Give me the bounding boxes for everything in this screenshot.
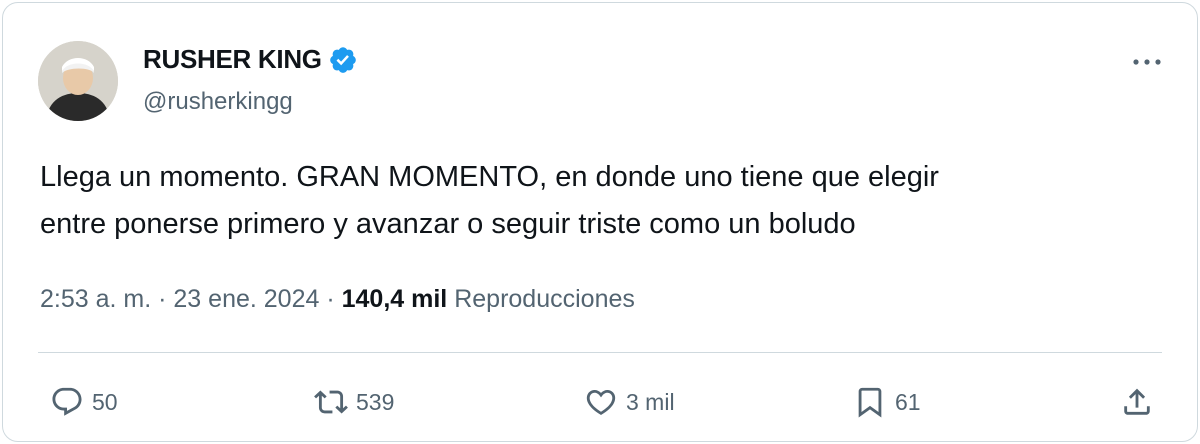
author-name-row[interactable]: RUSHER KING xyxy=(143,44,358,75)
action-bar: 50 539 3 mil 61 xyxy=(0,372,1200,432)
display-name[interactable]: RUSHER KING xyxy=(143,44,322,75)
bookmark-icon xyxy=(858,387,882,418)
avatar[interactable] xyxy=(38,41,118,121)
share-button[interactable] xyxy=(1120,372,1154,432)
reply-button[interactable]: 50 xyxy=(50,372,118,432)
user-handle[interactable]: @rusherkingg xyxy=(143,88,293,116)
retweet-icon xyxy=(314,390,348,414)
tweet-time[interactable]: 2:53 a. m. xyxy=(40,285,151,313)
avatar-image xyxy=(38,41,118,121)
tweet-text-line: Llega un momento. GRAN MOMENTO, en donde… xyxy=(40,161,939,193)
like-count: 3 mil xyxy=(626,388,675,415)
tweet-text-line: entre ponerse primero y avanzar o seguir… xyxy=(40,208,856,240)
tweet-meta: 2:53 a. m. · 23 ene. 2024 · 140,4 mil Re… xyxy=(40,285,635,314)
more-options-button[interactable] xyxy=(1130,50,1164,74)
more-horizontal-icon xyxy=(1133,59,1161,65)
bookmark-button[interactable]: 61 xyxy=(853,372,921,432)
reply-icon xyxy=(52,387,82,416)
share-icon xyxy=(1124,388,1150,415)
views-count[interactable]: 140,4 mil xyxy=(342,285,448,313)
retweet-count: 539 xyxy=(356,388,395,415)
tweet-date[interactable]: 23 ene. 2024 xyxy=(173,285,319,313)
retweet-button[interactable]: 539 xyxy=(314,372,394,432)
meta-separator: · xyxy=(158,285,167,313)
tweet-text: Llega un momento. GRAN MOMENTO, en donde… xyxy=(40,154,1140,248)
meta-separator: · xyxy=(326,285,335,313)
reply-count: 50 xyxy=(92,388,118,415)
like-button[interactable]: 3 mil xyxy=(584,372,675,432)
divider xyxy=(38,352,1162,353)
views-label[interactable]: Reproducciones xyxy=(454,285,635,313)
heart-icon xyxy=(586,389,616,415)
verified-badge-icon xyxy=(329,46,356,73)
bookmark-count: 61 xyxy=(895,388,921,415)
